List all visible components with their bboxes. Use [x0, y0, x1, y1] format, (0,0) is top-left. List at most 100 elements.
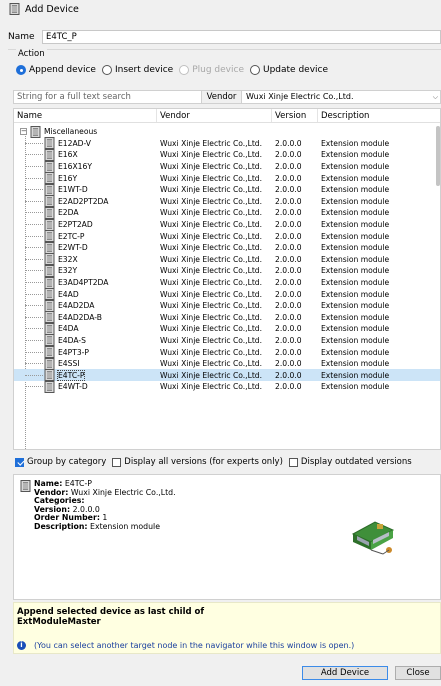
collapse-icon[interactable]: −: [20, 128, 27, 136]
display-outdated-versions-checkbox[interactable]: Display outdated versions: [288, 457, 412, 467]
device-name: E4AD2DA-B: [58, 312, 102, 322]
table-row[interactable]: E4DA-S Wuxi Xinje Electric Co.,Ltd. 2.0.0.…: [14, 334, 440, 347]
device-icon: [44, 346, 55, 359]
tree-branch: [25, 351, 43, 353]
vendor-cell: Wuxi Xinje Electric Co.,Ltd.: [160, 278, 263, 288]
checkbox-box: [112, 457, 122, 467]
column-header-vendor[interactable]: Vendor: [157, 109, 272, 122]
column-header-version[interactable]: Version: [272, 109, 318, 122]
version-cell: 2.0.0.0: [275, 243, 302, 253]
vendor-cell: Wuxi Xinje Electric Co.,Ltd.: [160, 150, 263, 160]
vendor-cell: Wuxi Xinje Electric Co.,Ltd.: [160, 185, 263, 195]
add-device-button[interactable]: Add Device: [302, 666, 388, 680]
table-row[interactable]: E3AD4PT2DA Wuxi Xinje Electric Co.,Ltd. 2.…: [14, 276, 440, 289]
device-module-image: [335, 506, 415, 564]
name-input[interactable]: E4TC_P: [42, 30, 441, 44]
version-cell: 2.0.0.0: [275, 278, 302, 288]
table-row[interactable]: E32Y Wuxi Xinje Electric Co.,Ltd. 2.0.0.0 E…: [14, 264, 440, 277]
device-info-panel: Name: E4TC-P Vendor: Wuxi Xinje Electric…: [13, 474, 441, 600]
group-by-category-checkbox[interactable]: Group by category: [15, 457, 106, 467]
table-row[interactable]: E16X16Y Wuxi Xinje Electric Co.,Ltd. 2.0.0…: [14, 160, 440, 173]
version-cell: 2.0.0.0: [275, 335, 302, 345]
vendor-cell: Wuxi Xinje Electric Co.,Ltd.: [160, 254, 263, 264]
description-cell: Extension module: [321, 335, 390, 345]
vendor-dropdown[interactable]: Wuxi Xinje Electric Co.,Ltd. ⌵: [242, 91, 440, 103]
table-row[interactable]: E2AD2PT2DA Wuxi Xinje Electric Co.,Ltd. 2.…: [14, 195, 440, 208]
device-name: E32Y: [58, 266, 78, 276]
close-button[interactable]: Close: [395, 666, 441, 680]
version-cell: 2.0.0.0: [275, 231, 302, 241]
table-row[interactable]: E4AD2DA-B Wuxi Xinje Electric Co.,Ltd. 2.0…: [14, 311, 440, 324]
insert-device-radio[interactable]: Insert device: [101, 65, 173, 75]
tree-branch: [25, 166, 43, 168]
device-icon: [44, 299, 55, 312]
tree-branch: [25, 177, 43, 179]
name-cell: E16X16Y: [14, 160, 157, 173]
vertical-scrollbar[interactable]: [436, 126, 440, 186]
radio-indicator: [179, 65, 190, 75]
search-input[interactable]: String for a full text search: [14, 91, 202, 103]
name-cell: E1WT-D: [14, 183, 157, 196]
plug-device-radio: Plug device: [179, 65, 244, 75]
title-bar: Add Device: [0, 0, 441, 18]
version-cell: 2.0.0.0: [275, 324, 302, 334]
tree-branch: [25, 328, 43, 330]
description-cell: Extension module: [321, 278, 390, 288]
tree-branch: [25, 316, 43, 318]
display-all-versions-checkbox[interactable]: Display all versions (for experts only): [112, 457, 283, 467]
table-row[interactable]: E2TC-P Wuxi Xinje Electric Co.,Ltd. 2.0.0.…: [14, 230, 440, 243]
description-cell: Extension module: [321, 324, 390, 334]
vendor-cell: Wuxi Xinje Electric Co.,Ltd.: [160, 220, 263, 230]
radio-label: Update device: [263, 65, 329, 75]
name-cell: E4TC-P: [14, 369, 157, 382]
column-header-description[interactable]: Description: [318, 109, 440, 122]
vendor-cell: Wuxi Xinje Electric Co.,Ltd.: [160, 266, 263, 276]
column-header-name[interactable]: Name: [14, 109, 157, 122]
table-row[interactable]: E4WT-D Wuxi Xinje Electric Co.,Ltd. 2.0.0.…: [14, 380, 440, 393]
table-row[interactable]: E4SSI Wuxi Xinje Electric Co.,Ltd. 2.0.0.0…: [14, 357, 440, 370]
vendor-cell: Wuxi Xinje Electric Co.,Ltd.: [160, 138, 263, 148]
device-name: E4WT-D: [58, 382, 88, 392]
name-cell: E3AD4PT2DA: [14, 276, 157, 289]
device-name: E12AD-V: [58, 138, 91, 148]
group-name-cell: − Miscellaneous: [14, 125, 157, 138]
table-row[interactable]: E2PT2AD Wuxi Xinje Electric Co.,Ltd. 2.0.0…: [14, 218, 440, 231]
device-icon: [44, 380, 55, 393]
vendor-cell: Wuxi Xinje Electric Co.,Ltd.: [160, 162, 263, 172]
tree-branch: [25, 154, 43, 156]
device-icon: [44, 334, 55, 347]
table-row[interactable]: E12AD-V Wuxi Xinje Electric Co.,Ltd. 2.0.0…: [14, 137, 440, 150]
device-icon: [44, 369, 55, 382]
table-row[interactable]: E4TC-P Wuxi Xinje Electric Co.,Ltd. 2.0.0.…: [14, 369, 440, 382]
vendor-cell: Wuxi Xinje Electric Co.,Ltd.: [160, 335, 263, 345]
append-device-radio[interactable]: Append device: [16, 65, 96, 75]
device-name: E4AD: [58, 289, 79, 299]
table-row[interactable]: E2WT-D Wuxi Xinje Electric Co.,Ltd. 2.0.0.…: [14, 241, 440, 254]
table-row[interactable]: E4PT3-P Wuxi Xinje Electric Co.,Ltd. 2.0.0…: [14, 346, 440, 359]
hint-text: (You can select another target node in t…: [34, 641, 355, 650]
table-row[interactable]: E16X Wuxi Xinje Electric Co.,Ltd. 2.0.0.0 E…: [14, 148, 440, 161]
table-row[interactable]: E4DA Wuxi Xinje Electric Co.,Ltd. 2.0.0.0 E…: [14, 322, 440, 335]
table-row[interactable]: E1WT-D Wuxi Xinje Electric Co.,Ltd. 2.0.0.…: [14, 183, 440, 196]
action-group: Action Append device Insert device Plug …: [8, 49, 441, 80]
device-name: E16X16Y: [58, 162, 92, 172]
device-icon: [44, 195, 55, 208]
update-device-radio[interactable]: Update device: [250, 65, 328, 75]
device-name: E2TC-P: [58, 231, 85, 241]
tree-branch: [25, 200, 43, 202]
table-row[interactable]: E16Y Wuxi Xinje Electric Co.,Ltd. 2.0.0.0 E…: [14, 172, 440, 185]
name-cell: E4AD2DA-B: [14, 311, 157, 324]
name-cell: E2WT-D: [14, 241, 157, 254]
table-row[interactable]: E4AD2DA Wuxi Xinje Electric Co.,Ltd. 2.0.0…: [14, 299, 440, 312]
display-options: Group by category Display all versions (…: [15, 456, 441, 468]
device-name: E4PT3-P: [58, 347, 89, 357]
vendor-cell: Wuxi Xinje Electric Co.,Ltd.: [160, 312, 263, 322]
action-legend: Action: [16, 49, 47, 59]
tree-branch: [25, 247, 43, 249]
tree-branch: [25, 386, 43, 388]
table-row[interactable]: E2DA Wuxi Xinje Electric Co.,Ltd. 2.0.0.0 E…: [14, 206, 440, 219]
name-cell: E2DA: [14, 206, 157, 219]
group-row-miscellaneous[interactable]: − Miscellaneous: [14, 125, 440, 138]
table-row[interactable]: E4AD Wuxi Xinje Electric Co.,Ltd. 2.0.0.0 E…: [14, 288, 440, 301]
table-row[interactable]: E32X Wuxi Xinje Electric Co.,Ltd. 2.0.0.0 E…: [14, 253, 440, 266]
